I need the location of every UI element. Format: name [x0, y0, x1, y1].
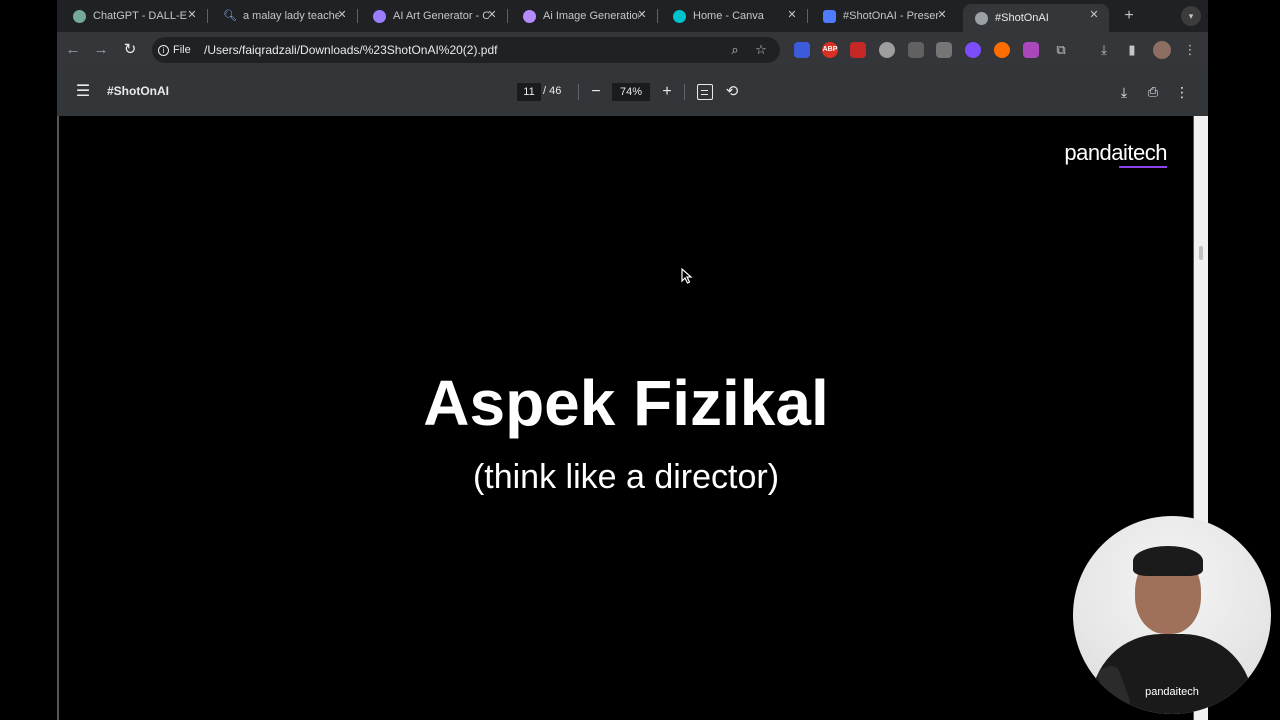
close-icon[interactable]: ✕: [785, 8, 799, 22]
print-icon[interactable]: ⎙: [1144, 82, 1162, 102]
extension-code-icon[interactable]: [908, 42, 924, 58]
more-options-icon[interactable]: ⋮: [1173, 82, 1191, 102]
site-icon: [523, 9, 536, 23]
toolbar-separator: [684, 84, 685, 100]
brand-logo: pandaitech: [1064, 140, 1167, 165]
extension-shield-icon[interactable]: [794, 42, 810, 58]
tab-title: ChatGPT - DALL-E: [93, 10, 187, 22]
close-icon[interactable]: ✕: [635, 8, 649, 22]
url-text[interactable]: /Users/faiqradzali/Downloads/%23ShotOnAI…: [204, 43, 497, 57]
close-icon[interactable]: ✕: [485, 8, 499, 22]
pdf-toolbar: ☰ #ShotOnAI 11 / 46 − 74% + ⟲ ⤓ ⎙ ⋮: [57, 68, 1208, 116]
slides-icon: [823, 9, 836, 23]
tab-title: a malay lady teacher: [243, 10, 339, 22]
adblock-icon[interactable]: ABP: [822, 42, 838, 58]
extension-compass-icon[interactable]: [879, 42, 895, 58]
downloads-icon[interactable]: ⤓: [1095, 41, 1113, 59]
tab-ai-art-generator[interactable]: AI Art Generator - Cr ✕: [361, 4, 508, 28]
forward-button[interactable]: →: [91, 40, 111, 60]
openai-icon: [73, 9, 86, 23]
tab-title: Home - Canva: [693, 10, 764, 22]
tab-separator: [507, 9, 508, 23]
close-icon[interactable]: ✕: [185, 8, 199, 22]
tab-separator: [357, 9, 358, 23]
zoom-out-button[interactable]: −: [587, 82, 605, 102]
scrollbar-thumb[interactable]: [1199, 246, 1203, 260]
canva-icon: [673, 9, 686, 23]
tab-title: #ShotOnAI: [995, 12, 1049, 24]
profile-avatar[interactable]: [1153, 41, 1171, 59]
tab-search[interactable]: 🔍︎ a malay lady teacher ✕: [211, 4, 358, 28]
tab-canva[interactable]: Home - Canva ✕: [661, 4, 808, 28]
globe-icon: [975, 11, 988, 25]
fit-page-icon[interactable]: [697, 84, 713, 100]
reload-button[interactable]: ↻: [120, 40, 140, 60]
tab-search-button[interactable]: ▾: [1181, 6, 1201, 26]
extension-brain-icon[interactable]: [965, 42, 981, 58]
tab-separator: [207, 9, 208, 23]
zoom-in-button[interactable]: +: [658, 82, 676, 102]
menu-icon[interactable]: ☰: [73, 82, 93, 102]
extension-square-icon[interactable]: [1023, 42, 1039, 58]
info-icon: i: [158, 44, 169, 56]
tab-ai-image-generation[interactable]: Ai Image Generation ✕: [511, 4, 658, 28]
pdf-viewer[interactable]: pandaitech Aspek Fizikal (think like a d…: [57, 116, 1208, 720]
tab-title: Ai Image Generation: [543, 10, 639, 22]
toolbar-separator: [578, 84, 579, 100]
file-label: File: [173, 44, 191, 56]
brand-underline: [1119, 166, 1167, 168]
tab-strip: ChatGPT - DALL-E ✕ 🔍︎ a malay lady teach…: [57, 0, 1208, 32]
tab-chatgpt[interactable]: ChatGPT - DALL-E ✕: [61, 4, 208, 28]
presenter-hair: [1133, 546, 1203, 576]
download-icon[interactable]: ⤓: [1115, 82, 1133, 102]
browser-toolbar: ← → ↻ i File /Users/faiqradzali/Download…: [57, 32, 1208, 68]
extension-pen-icon[interactable]: [850, 42, 866, 58]
close-icon[interactable]: ✕: [335, 8, 349, 22]
webcam-overlay: pandaitech: [1073, 516, 1271, 714]
pdf-title: #ShotOnAI: [107, 84, 169, 98]
close-icon[interactable]: ✕: [1087, 8, 1101, 22]
pdf-page: pandaitech Aspek Fizikal (think like a d…: [59, 116, 1193, 720]
slide-heading: Aspek Fizikal: [423, 367, 829, 439]
tab-separator: [807, 9, 808, 23]
slide-subheading: (think like a director): [472, 458, 780, 496]
tab-shotonai-pdf[interactable]: #ShotOnAI ✕: [963, 4, 1109, 32]
browser-menu-icon[interactable]: ⋮: [1181, 41, 1199, 59]
back-button[interactable]: ←: [63, 40, 83, 60]
tab-presentation[interactable]: #ShotOnAI - Presen ✕: [811, 4, 957, 28]
new-tab-button[interactable]: +: [1119, 6, 1139, 26]
side-panel-icon[interactable]: ▮: [1123, 41, 1141, 59]
extension-spark-icon[interactable]: [994, 42, 1010, 58]
bookmark-star-icon[interactable]: ☆: [752, 41, 770, 59]
close-icon[interactable]: ✕: [935, 8, 949, 22]
zoom-level-input[interactable]: 74%: [612, 83, 650, 101]
rotate-icon[interactable]: ⟲: [723, 82, 741, 102]
extensions-puzzle-icon[interactable]: ⧉: [1052, 41, 1070, 59]
page-number-input[interactable]: 11: [517, 83, 541, 101]
shirt-logo: pandaitech: [1145, 686, 1199, 698]
browser-window: ChatGPT - DALL-E ✕ 🔍︎ a malay lady teach…: [57, 0, 1208, 720]
tab-title: #ShotOnAI - Presen: [843, 10, 939, 22]
address-bar[interactable]: i File /Users/faiqradzali/Downloads/%23S…: [152, 37, 780, 63]
site-icon: [373, 9, 386, 23]
page-total: / 46: [543, 85, 562, 97]
search-icon: 🔍︎: [223, 9, 237, 22]
site-info-chip[interactable]: i File: [158, 41, 191, 59]
tab-separator: [657, 9, 658, 23]
extension-lock-icon[interactable]: [936, 42, 952, 58]
tab-title: AI Art Generator - Cr: [393, 10, 489, 22]
screen: ChatGPT - DALL-E ✕ 🔍︎ a malay lady teach…: [0, 0, 1280, 720]
zoom-icon[interactable]: ⌕: [726, 41, 744, 59]
